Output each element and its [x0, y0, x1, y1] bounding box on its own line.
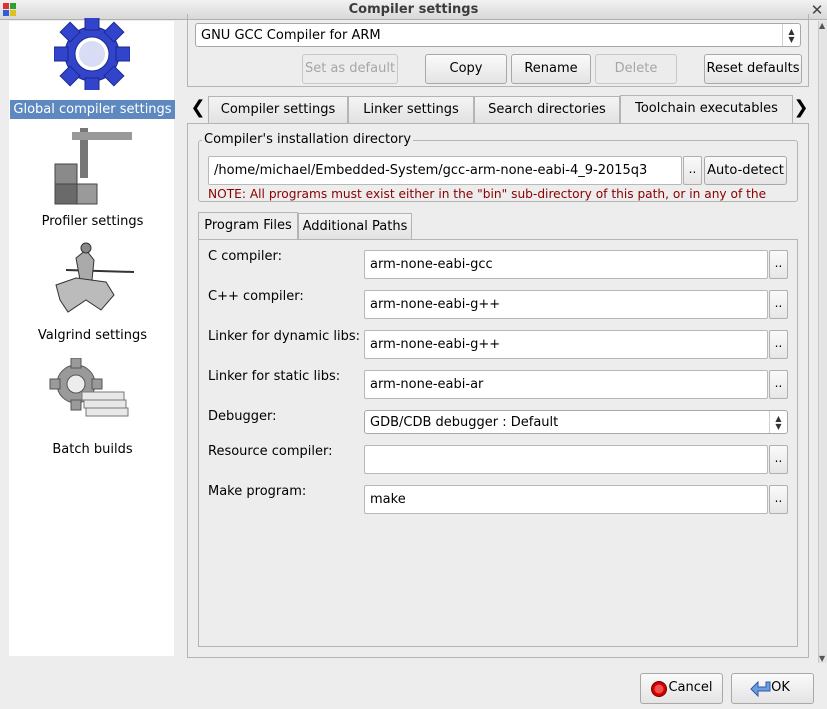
caliper-icon: [54, 128, 132, 205]
tab-scroll-right-icon[interactable]: ❯: [793, 96, 809, 120]
reset-defaults-button[interactable]: Reset defaults: [704, 54, 802, 84]
c-compiler-field[interactable]: arm-none-eabi-gcc: [364, 250, 768, 279]
tab-search-directories[interactable]: Search directories: [474, 96, 620, 123]
return-arrow-icon: [750, 680, 771, 698]
sidebar-item-batch-builds[interactable]: Batch builds: [10, 350, 175, 462]
sidebar-item-global-compiler[interactable]: Global compiler settings: [10, 18, 175, 120]
sidebar-item-profiler[interactable]: Profiler settings: [10, 122, 175, 234]
debugger-select-value: GDB/CDB debugger : Default: [370, 415, 559, 430]
linker-static-label: Linker for static libs:: [208, 369, 341, 384]
sidebar-label-batch-builds: Batch builds: [52, 442, 133, 457]
scroll-up-icon[interactable]: ▲: [819, 21, 825, 30]
linker-dynamic-label: Linker for dynamic libs:: [208, 329, 360, 344]
sidebar-label-global-compiler: Global compiler settings: [10, 100, 175, 119]
debugger-select[interactable]: GDB/CDB debugger : Default ▲ ▼: [364, 410, 788, 434]
batch-gear-icon: [49, 358, 129, 417]
compiler-select-value: GNU GCC Compiler for ARM: [201, 28, 381, 43]
install-dir-browse-button[interactable]: ..: [683, 156, 702, 185]
delete-button[interactable]: Delete: [595, 54, 677, 84]
rename-button[interactable]: Rename: [511, 54, 591, 84]
c-compiler-browse-button[interactable]: ..: [769, 250, 788, 279]
linker-dynamic-field[interactable]: arm-none-eabi-g++: [364, 330, 768, 359]
linker-static-browse-button[interactable]: ..: [769, 370, 788, 399]
cpp-compiler-field[interactable]: arm-none-eabi-g++: [364, 290, 768, 319]
cpp-compiler-browse-button[interactable]: ..: [769, 290, 788, 319]
chevron-updown-icon: ▲ ▼: [769, 411, 787, 433]
scroll-down-icon[interactable]: ▼: [819, 654, 825, 663]
subtab-program-files[interactable]: Program Files: [198, 212, 298, 240]
gear-icon: [54, 18, 130, 90]
cancel-button-label: Cancel: [668, 680, 713, 695]
tab-scroll-left-icon[interactable]: ❮: [190, 96, 206, 120]
linker-dynamic-browse-button[interactable]: ..: [769, 330, 788, 359]
chevron-updown-icon: ▲ ▼: [782, 24, 800, 46]
make-program-field[interactable]: make: [364, 485, 768, 514]
install-note-text: NOTE: All programs must exist either in …: [208, 187, 767, 201]
stop-icon: [651, 681, 667, 697]
cancel-button[interactable]: Cancel: [640, 673, 723, 704]
resource-compiler-label: Resource compiler:: [208, 444, 333, 459]
copy-button[interactable]: Copy: [425, 54, 507, 84]
auto-detect-button[interactable]: Auto-detect: [704, 156, 787, 185]
sidebar-label-profiler: Profiler settings: [41, 214, 144, 229]
compiler-select[interactable]: GNU GCC Compiler for ARM ▲ ▼: [195, 23, 801, 47]
ok-button-label: OK: [771, 680, 790, 695]
tab-toolchain-executables[interactable]: Toolchain executables: [620, 95, 793, 123]
tab-compiler-settings[interactable]: Compiler settings: [208, 96, 348, 123]
make-program-browse-button[interactable]: ..: [769, 485, 788, 514]
make-program-label: Make program:: [208, 484, 307, 499]
debugger-label: Debugger:: [208, 409, 277, 424]
sidebar-label-valgrind: Valgrind settings: [37, 328, 148, 343]
resource-compiler-browse-button[interactable]: ..: [769, 445, 788, 474]
knight-icon: [55, 242, 135, 313]
cpp-compiler-label: C++ compiler:: [208, 289, 304, 304]
tab-linker-settings[interactable]: Linker settings: [348, 96, 474, 123]
settings-sidebar: Global compiler settings Profiler settin…: [9, 18, 175, 656]
ok-button[interactable]: OK: [731, 673, 814, 704]
c-compiler-label: C compiler:: [208, 249, 282, 264]
window-scrollbar[interactable]: ▲ ▼: [818, 21, 827, 663]
close-icon[interactable]: ✕: [809, 2, 825, 18]
resource-compiler-field[interactable]: [364, 445, 768, 474]
linker-static-field[interactable]: arm-none-eabi-ar: [364, 370, 768, 399]
sidebar-item-valgrind[interactable]: Valgrind settings: [10, 236, 175, 348]
install-dir-group-label: Compiler's installation directory: [202, 132, 414, 147]
install-dir-field[interactable]: /home/michael/Embedded-System/gcc-arm-no…: [208, 156, 682, 185]
subtab-additional-paths[interactable]: Additional Paths: [298, 213, 412, 240]
set-default-button[interactable]: Set as default: [302, 54, 398, 84]
